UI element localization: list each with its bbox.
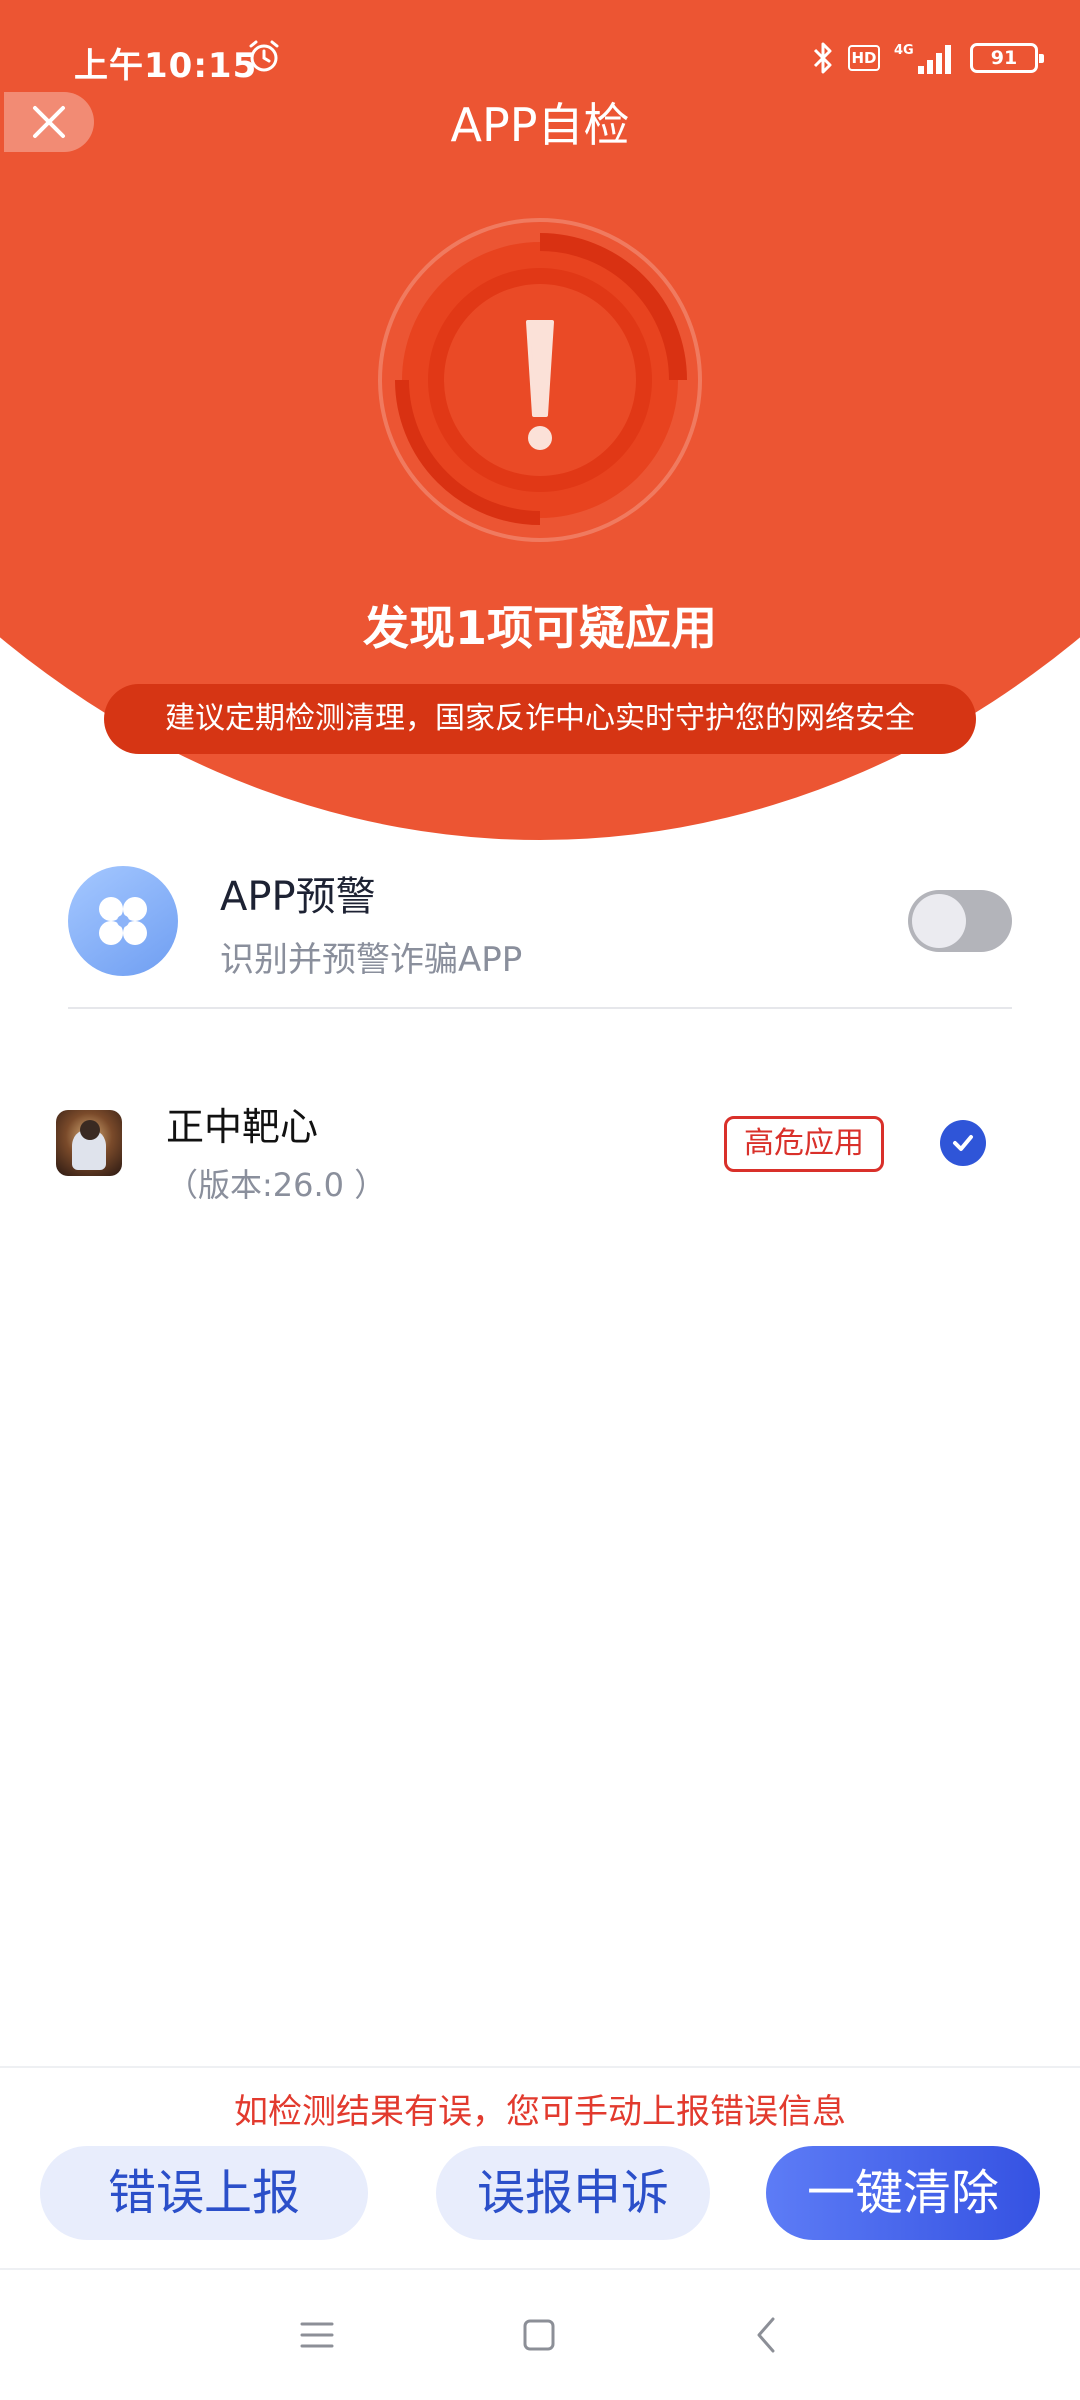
select-checkbox[interactable] (940, 1120, 986, 1166)
nav-menu-button[interactable] (292, 2310, 342, 2360)
signal-icon: 4G (894, 43, 951, 74)
risk-badge: 高危应用 (724, 1116, 884, 1172)
page-title: APP自检 (450, 98, 630, 152)
warning-alert-icon (378, 218, 702, 542)
app-grid-icon (68, 866, 178, 976)
status-indicators: HD 4G 91 (812, 38, 1044, 78)
home-icon (523, 2319, 555, 2351)
hd-badge: HD (848, 45, 880, 71)
app-name: 正中靶心 (166, 1105, 319, 1149)
app-icon (56, 1110, 122, 1176)
system-nav-bar (0, 2270, 1080, 2400)
alarm-icon (249, 40, 279, 72)
warning-subtitle: 识别并预警诈骗APP (220, 940, 523, 980)
app-warning-toggle[interactable] (908, 890, 1012, 952)
back-icon (757, 2317, 775, 2353)
report-hint: 如检测结果有误，您可手动上报错误信息 (234, 2092, 846, 2132)
advice-banner: 建议定期检测清理，国家反诈中心实时守护您的网络安全 (104, 684, 976, 754)
menu-icon (300, 2322, 334, 2348)
error-report-button[interactable]: 错误上报 (40, 2146, 368, 2240)
nav-back-button[interactable] (742, 2310, 792, 2360)
warning-title: APP预警 (220, 874, 376, 920)
result-title: 发现1项可疑应用 (362, 601, 717, 655)
header-hero: 上午10:15 HD 4G 91 APP自检 发现1项可疑应用 建议定期检测清理… (0, 0, 1080, 860)
network-label: 4G (894, 43, 914, 58)
battery-indicator: 91 (970, 43, 1044, 73)
divider (0, 2066, 1080, 2068)
nav-home-button[interactable] (514, 2310, 564, 2360)
list-item[interactable]: 正中靶心 （版本:26.0 ） 高危应用 (56, 1090, 1000, 1220)
app-version: （版本:26.0 ） (166, 1166, 387, 1204)
bluetooth-icon (813, 42, 832, 74)
toggle-knob (912, 894, 966, 948)
check-icon (953, 1135, 973, 1151)
app-warning-row: APP预警 识别并预警诈骗APP (68, 862, 1012, 1010)
status-time: 上午10:15 (74, 46, 258, 86)
divider (68, 1007, 1012, 1009)
one-click-clear-button[interactable]: 一键清除 (766, 2146, 1040, 2240)
false-alarm-appeal-button[interactable]: 误报申诉 (436, 2146, 710, 2240)
